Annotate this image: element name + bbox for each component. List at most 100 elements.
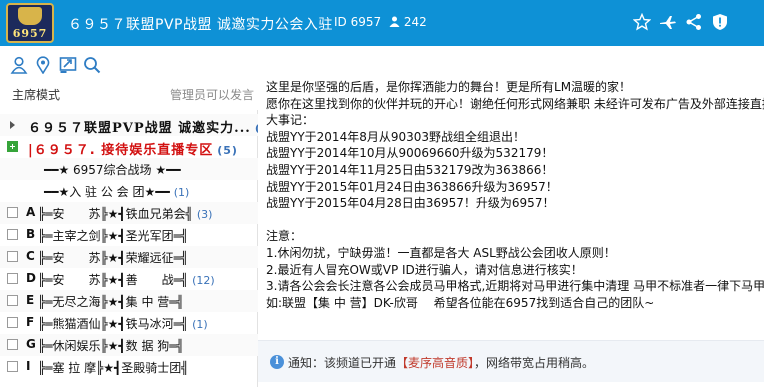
channel-name: ╠═无尽之海╠★┫集 中 营═╣ <box>38 293 184 310</box>
collapse-plus-icon[interactable] <box>7 141 18 152</box>
channel-letter: I <box>26 359 31 373</box>
bulletin-line: 这里是你坚强的后盾，是你挥洒能力的舞台！更是所有LM温暖的家！ <box>266 80 632 94</box>
info-icon: i <box>270 355 284 369</box>
channel-row[interactable]: ━━★入 驻 公 会 团★━━ (1) <box>0 180 258 202</box>
channel-name-text: ━━★ 6957综合战场 ★━━ <box>44 163 181 177</box>
bulletin-line: 战盟YY于2014年10月从90069660升级为532179！ <box>266 146 554 161</box>
channel-row[interactable]: I ╠═塞 拉 摩╠★┫圣殿骑士团╣ <box>0 356 258 378</box>
notice-suffix: ，网络带宽占用稍高。 <box>474 356 595 370</box>
expand-box-icon[interactable] <box>7 361 18 372</box>
channel-letter: C <box>26 249 35 263</box>
channel-name-text: ╠═无尽之海╠★┫集 中 营═╣ <box>38 295 184 309</box>
channel-name-text: ╠═安 苏╠★┫铁血兄弟会╣ <box>38 207 193 221</box>
channel-name: ━━★ 6957综合战场 ★━━ <box>44 161 181 178</box>
bulletin-line: 大事记： <box>266 113 315 128</box>
channel-logo[interactable]: 6957 <box>6 3 54 43</box>
channel-id: ID 6957 <box>334 15 382 29</box>
shield-icon[interactable] <box>711 13 729 31</box>
channel-name-text: ╠═塞 拉 摩╠★┫圣殿骑士团╣ <box>38 361 189 375</box>
bulletin-line: 战盟YY于2014年11月25日由532179改为363866！ <box>266 163 554 177</box>
channel-name: ╠═安 苏╠★┫铁血兄弟会╣ (3) <box>38 205 212 222</box>
user-icon[interactable] <box>10 56 28 74</box>
channel-name-text: ╠═休闲娱乐╠★┫数 据 狗═╣ <box>38 339 184 353</box>
logo-crest <box>18 7 42 25</box>
channel-name-text: ╠═主宰之剑╠★┫圣光军团═╣ <box>38 229 189 243</box>
channel-name-text: |６９５７. 接待娱乐直播专区 <box>28 143 214 158</box>
member-count: (201) <box>255 122 258 135</box>
channel-row[interactable]: ━━★ 6957综合战场 ★━━ <box>0 158 258 180</box>
channel-name: ╠═主宰之剑╠★┫圣光军团═╣ <box>38 227 188 244</box>
channel-letter: D <box>26 271 36 285</box>
expand-box-icon[interactable] <box>7 317 18 328</box>
speak-mode-bar: 主席模式 管理员可以发言 <box>0 84 258 104</box>
share-icon[interactable] <box>685 13 703 31</box>
channel-name-text: ╠═安 苏╠★┫善 战═╣ <box>38 273 189 287</box>
bulletin-line: 如:联盟【集 中 营】DK-欣哥 希望各位能在6957找到适合自己的团队~ <box>266 295 655 310</box>
channel-row[interactable]: C ╠═安 苏╠★┫荣耀远征═╣ <box>0 246 258 268</box>
channel-letter: G <box>26 337 36 351</box>
logo-text: 6957 <box>12 27 48 40</box>
channel-name-text: ６９５７联盟PVP战盟 诚邀实力... <box>28 121 251 136</box>
member-count: (12) <box>192 274 215 287</box>
speak-mode-label[interactable]: 主席模式 <box>12 86 60 103</box>
channel-letter: B <box>26 227 36 241</box>
favorite-star-icon[interactable] <box>633 13 651 31</box>
channel-row[interactable]: D ╠═安 苏╠★┫善 战═╣ (12) <box>0 268 258 290</box>
bulletin-line: 1.休闲勿扰，宁缺毋滥！一直都是各大 ASL野战公会团收人原则！ <box>266 246 616 260</box>
channel-row[interactable]: ６９５７联盟PVP战盟 诚邀实力... (201) <box>0 114 258 136</box>
expand-box-icon[interactable] <box>7 207 18 218</box>
channel-name: ╠═安 苏╠★┫荣耀远征═╣ <box>38 249 188 266</box>
channel-name: ╠═熊猫酒仙╠★┫铁马冰河═╣ (1) <box>38 315 208 332</box>
channel-letter: F <box>26 315 35 329</box>
expand-box-icon[interactable] <box>7 273 18 284</box>
admin-only-label: 管理员可以发言 <box>169 88 254 102</box>
bulletin-line: 3.请各公会会长注意各公会成员马甲格式,近期将对马甲进行集中清理 马甲不标准者一… <box>266 279 764 294</box>
expand-box-icon[interactable] <box>7 251 18 262</box>
member-count: (1) <box>192 318 208 331</box>
channel-row[interactable]: E ╠═无尽之海╠★┫集 中 营═╣ <box>0 290 258 312</box>
channel-name: |６９５７. 接待娱乐直播专区 (5) <box>28 139 238 158</box>
notice-text: 通知：该频道已开通【麦序高音质】，网络带宽占用稍高。 <box>288 354 594 371</box>
channel-row[interactable]: F ╠═熊猫酒仙╠★┫铁马冰河═╣ (1) <box>0 312 258 334</box>
bulletin-line: 2.最近有人冒充OW或VP ID进行骗人，请对信息进行核实！ <box>266 262 583 277</box>
channel-letter: E <box>26 293 35 307</box>
expand-arrow-icon[interactable] <box>10 121 15 129</box>
search-icon[interactable] <box>83 56 101 74</box>
notice-highlight: 【麦序高音质】 <box>396 356 475 370</box>
channel-row[interactable]: A ╠═安 苏╠★┫铁血兄弟会╣ (3) <box>0 202 258 224</box>
expand-box-icon[interactable] <box>7 229 18 240</box>
channel-letter: A <box>26 205 36 219</box>
online-count: 242 <box>389 15 427 29</box>
channel-title: ６９５７联盟PVP战盟 诚邀实力公会入驻 <box>68 17 333 33</box>
location-icon[interactable] <box>34 56 52 74</box>
bulletin-line: 愿你在这里找到你的伙伴并玩的开心！谢绝任何形式网络兼职 未经许可发布广告及外部连… <box>266 96 764 111</box>
channel-name-text: ╠═安 苏╠★┫荣耀远征═╣ <box>38 251 189 265</box>
channel-name: ╠═塞 拉 摩╠★┫圣殿骑士团╣ <box>38 359 189 376</box>
channel-header: 6957 ６９５７联盟PVP战盟 诚邀实力公会入驻 ID 6957 242 <box>0 0 764 46</box>
member-count: (3) <box>196 208 213 221</box>
person-icon <box>389 16 400 27</box>
channel-row[interactable]: G ╠═休闲娱乐╠★┫数 据 狗═╣ <box>0 334 258 356</box>
channel-tree: ６９５７联盟PVP战盟 诚邀实力...(201)|６９５７. 接待娱乐直播专区(… <box>0 110 258 387</box>
channel-name: ━━★入 驻 公 会 团★━━ (1) <box>44 183 189 200</box>
online-count-value: 242 <box>403 15 427 29</box>
channel-name: ６９５７联盟PVP战盟 诚邀实力... (201) <box>28 117 258 136</box>
plane-icon[interactable] <box>659 13 677 31</box>
bulletin-line: 注意： <box>266 229 303 244</box>
channel-name: ╠═安 苏╠★┫善 战═╣ (12) <box>38 271 215 288</box>
bulletin-line: 战盟YY于2014年8月从90303野战组全组退出！ <box>266 129 526 144</box>
screen-share-icon[interactable] <box>59 56 77 74</box>
channel-name-text: ━━★入 驻 公 会 团★━━ <box>44 185 170 199</box>
channel-name-text: ╠═熊猫酒仙╠★┫铁马冰河═╣ <box>38 317 189 331</box>
channel-row[interactable]: B ╠═主宰之剑╠★┫圣光军团═╣ <box>0 224 258 246</box>
expand-box-icon[interactable] <box>7 295 18 306</box>
channel-name: ╠═休闲娱乐╠★┫数 据 狗═╣ <box>38 337 184 354</box>
bulletin-line: 战盟YY于2015年01月24日由363866升级为36957！ <box>266 179 558 194</box>
channel-toolbar <box>0 52 260 78</box>
notice-bar: i 通知：该频道已开通【麦序高音质】，网络带宽占用稍高。 <box>258 340 764 382</box>
expand-box-icon[interactable] <box>7 339 18 350</box>
member-count: (1) <box>173 186 190 199</box>
channel-row[interactable]: |６９５７. 接待娱乐直播专区 (5) <box>0 136 258 158</box>
notice-prefix: 通知：该频道已开通 <box>288 356 397 370</box>
bulletin-line: 战盟YY于2015年04月28日由36957！升级为6957！ <box>266 196 555 211</box>
